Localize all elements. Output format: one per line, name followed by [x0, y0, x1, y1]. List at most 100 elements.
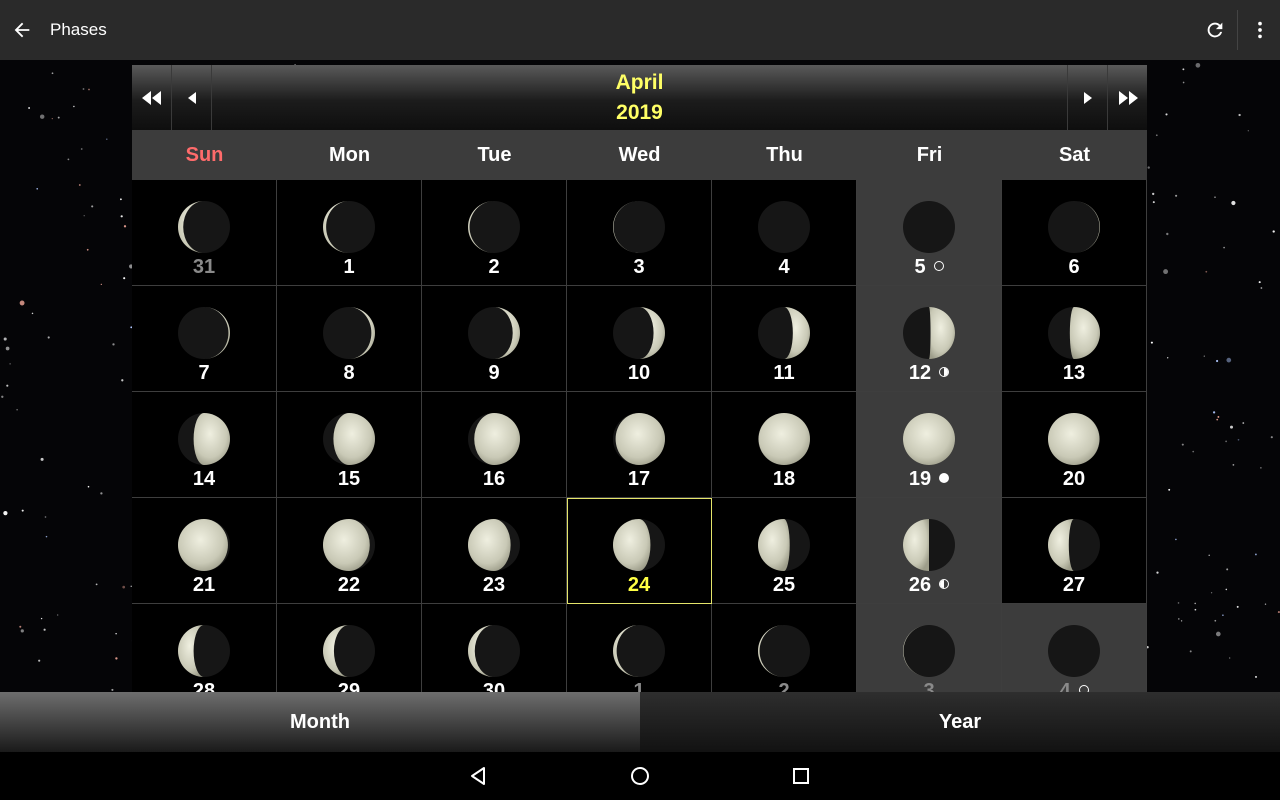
day-number: 12: [857, 362, 1001, 385]
back-button[interactable]: [2, 10, 42, 50]
day-number: 22: [277, 574, 421, 597]
day-number: 14: [132, 468, 276, 491]
day-cell[interactable]: 22: [277, 498, 422, 604]
arrow-right-icon: [1083, 91, 1092, 104]
day-number-text: 3: [923, 680, 935, 692]
day-number: 3: [567, 256, 711, 279]
moon-phase-icon: [1048, 625, 1100, 677]
moon-phase-icon: [613, 519, 665, 571]
day-cell[interactable]: 1: [277, 180, 422, 286]
day-cell[interactable]: 3: [567, 180, 712, 286]
day-cell[interactable]: 27: [1002, 498, 1147, 604]
day-cell[interactable]: 31: [132, 180, 277, 286]
moon-phase-icon: [903, 625, 955, 677]
day-number: 1: [277, 256, 421, 279]
day-number-text: 30: [482, 680, 506, 692]
day-cell[interactable]: 9: [422, 286, 567, 392]
day-cell[interactable]: 15: [277, 392, 422, 498]
day-number-text: 24: [627, 574, 651, 596]
day-cell[interactable]: 20: [1002, 392, 1147, 498]
month-label: April: [615, 70, 664, 94]
day-cell[interactable]: 16: [422, 392, 567, 498]
tab-month[interactable]: Month: [0, 692, 640, 752]
day-number-text: 22: [337, 574, 361, 596]
day-cell[interactable]: 8: [277, 286, 422, 392]
day-number-text: 25: [772, 574, 796, 596]
moon-phase-icon: [468, 201, 520, 253]
day-number: 2: [712, 680, 856, 692]
triangle-back-icon: [471, 767, 485, 785]
day-cell[interactable]: 2: [712, 604, 857, 692]
day-cell[interactable]: 14: [132, 392, 277, 498]
day-cell[interactable]: 26: [857, 498, 1002, 604]
moon-calendar: April 2019 Sun Mon Tue Wed Thu Fri Sat 3…: [132, 65, 1147, 692]
day-cell[interactable]: 28: [132, 604, 277, 692]
moon-phase-icon: [323, 201, 375, 253]
refresh-button[interactable]: [1195, 10, 1235, 50]
day-cell[interactable]: 17: [567, 392, 712, 498]
day-number-text: 5: [914, 256, 926, 278]
day-cell[interactable]: 12: [857, 286, 1002, 392]
day-cell[interactable]: 21: [132, 498, 277, 604]
day-number: 21: [132, 574, 276, 597]
moon-phase-icon: [613, 625, 665, 677]
weekday-thu: Thu: [766, 143, 803, 166]
day-cell[interactable]: 29: [277, 604, 422, 692]
arrow-back-icon: [14, 22, 30, 38]
day-number-text: 10: [627, 362, 651, 384]
next-month-button[interactable]: [1067, 65, 1107, 130]
new-moon-marker-icon: [1078, 685, 1089, 692]
nav-home-button[interactable]: [622, 758, 658, 794]
weekday-wed: Wed: [618, 143, 661, 166]
day-number-text: 1: [633, 680, 645, 692]
moon-phase-icon: [903, 307, 955, 359]
day-cell[interactable]: 4: [712, 180, 857, 286]
moon-phase-icon: [903, 413, 955, 465]
day-cell[interactable]: 2: [422, 180, 567, 286]
day-cell[interactable]: 18: [712, 392, 857, 498]
moon-phase-icon: [758, 413, 810, 465]
new-moon-marker-icon: [933, 261, 944, 271]
day-cell[interactable]: 11: [712, 286, 857, 392]
day-number-text: 14: [192, 468, 216, 490]
day-cell[interactable]: 7: [132, 286, 277, 392]
day-cell[interactable]: 1: [567, 604, 712, 692]
day-number: 19: [857, 468, 1001, 491]
day-cell[interactable]: 4: [1002, 604, 1147, 692]
day-cell[interactable]: 13: [1002, 286, 1147, 392]
overflow-menu-button[interactable]: [1240, 10, 1280, 50]
first-moon-marker-icon: [939, 367, 950, 377]
day-cell[interactable]: 3: [857, 604, 1002, 692]
day-number: 16: [422, 468, 566, 491]
next-year-button[interactable]: [1107, 65, 1147, 130]
day-cell[interactable]: 30: [422, 604, 567, 692]
previous-month-button[interactable]: [172, 65, 212, 130]
day-cell[interactable]: 5: [857, 180, 1002, 286]
day-number: 20: [1002, 468, 1146, 491]
moon-phase-icon: [1048, 519, 1100, 571]
calendar-header: April 2019: [132, 65, 1147, 130]
tab-year[interactable]: Year: [640, 692, 1280, 752]
weekday-header: Sun Mon Tue Wed Thu Fri Sat: [132, 130, 1147, 180]
day-cell[interactable]: 23: [422, 498, 567, 604]
day-number-text: 2: [488, 256, 500, 278]
day-number-text: 31: [192, 256, 216, 278]
day-number: 6: [1002, 256, 1146, 279]
day-number-text: 28: [192, 680, 216, 692]
moon-phase-icon: [323, 413, 375, 465]
previous-year-button[interactable]: [132, 65, 172, 130]
day-cell[interactable]: 25: [712, 498, 857, 604]
nav-back-button[interactable]: [461, 758, 497, 794]
nav-recents-button[interactable]: [783, 758, 819, 794]
toolbar-divider: [1237, 10, 1238, 50]
day-number: 4: [1002, 680, 1146, 692]
day-number: 23: [422, 574, 566, 597]
day-cell[interactable]: 24: [567, 498, 712, 604]
more-vert-icon: [1258, 21, 1262, 39]
day-cell[interactable]: 6: [1002, 180, 1147, 286]
circle-home-icon: [631, 767, 649, 785]
moon-phase-icon: [468, 413, 520, 465]
day-cell[interactable]: 10: [567, 286, 712, 392]
day-number-text: 2: [778, 680, 790, 692]
day-cell[interactable]: 19: [857, 392, 1002, 498]
